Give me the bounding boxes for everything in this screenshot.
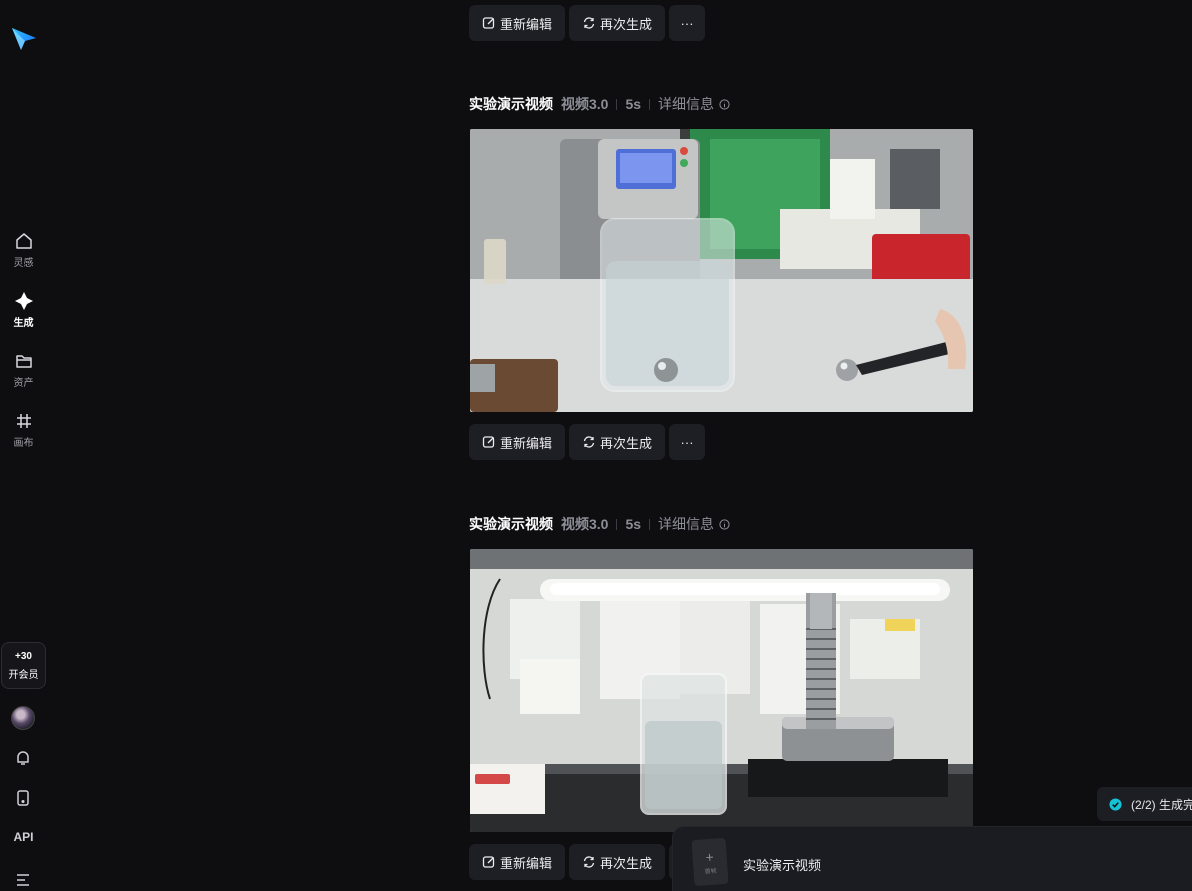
item-meta: 实验演示视频 视频3.0 5s 详细信息 xyxy=(469,514,730,534)
detail-info-link[interactable]: 详细信息 xyxy=(658,94,714,114)
re-edit-label: 重新编辑 xyxy=(500,16,553,32)
re-edit-button[interactable]: 重新编辑 xyxy=(469,424,566,460)
nav-assets[interactable]: 资产 xyxy=(0,351,47,399)
canvas-icon xyxy=(16,414,31,428)
edit-icon xyxy=(482,856,495,868)
nav-inspiration[interactable]: 灵感 xyxy=(0,231,47,279)
edit-icon xyxy=(482,436,495,448)
video-preview-1[interactable] xyxy=(470,129,973,412)
user-avatar[interactable] xyxy=(11,706,35,730)
first-frame-upload[interactable]: + 首帧 xyxy=(691,837,729,887)
nav-inspiration-label: 灵感 xyxy=(13,258,34,269)
upload-label: 首帧 xyxy=(704,868,717,875)
home-icon xyxy=(15,233,32,249)
plus-icon: + xyxy=(704,848,715,865)
video-frame-lab-balance xyxy=(470,129,973,412)
video-frame-spring-apparatus xyxy=(470,549,973,832)
edit-icon xyxy=(482,17,495,29)
detail-info-link[interactable]: 详细信息 xyxy=(658,514,714,534)
item-model: 视频3.0 xyxy=(561,516,609,532)
regenerate-label: 再次生成 xyxy=(600,855,653,871)
re-edit-button[interactable]: 重新编辑 xyxy=(469,844,566,880)
item-title: 实验演示视频 xyxy=(469,516,553,532)
nav-canvas[interactable]: 画布 xyxy=(0,411,47,459)
membership-button[interactable]: +30 开会员 xyxy=(1,642,46,689)
refresh-icon xyxy=(583,436,595,448)
item-model: 视频3.0 xyxy=(561,96,609,112)
re-edit-button[interactable]: 重新编辑 xyxy=(469,5,566,41)
meta-divider xyxy=(616,98,618,110)
regenerate-button[interactable]: 再次生成 xyxy=(569,424,666,460)
sparkle-icon xyxy=(14,292,33,310)
regenerate-button[interactable]: 再次生成 xyxy=(569,844,666,880)
item-duration: 5s xyxy=(625,516,642,532)
re-edit-label: 重新编辑 xyxy=(500,435,553,451)
re-edit-label: 重新编辑 xyxy=(500,855,553,871)
sidebar: 灵感 生成 资产 画布 +30 开会员 API xyxy=(0,0,47,891)
meta-divider xyxy=(616,518,618,530)
item-meta: 实验演示视频 视频3.0 5s 详细信息 xyxy=(469,94,730,114)
bell-icon[interactable] xyxy=(13,748,33,768)
item-title: 实验演示视频 xyxy=(469,96,553,112)
nav-generate-label: 生成 xyxy=(13,318,34,329)
meta-divider xyxy=(649,98,651,110)
membership-points: +30 xyxy=(15,650,32,662)
app-logo-icon[interactable] xyxy=(10,26,38,52)
nav-canvas-label: 画布 xyxy=(13,438,34,449)
video-preview-2[interactable] xyxy=(470,549,973,832)
more-icon: ··· xyxy=(680,15,694,31)
item-duration: 5s xyxy=(625,96,642,112)
api-link[interactable]: API xyxy=(0,830,47,844)
toast-text: (2/2) 生成完成 xyxy=(1130,797,1192,812)
prompt-input[interactable]: 实验演示视频 xyxy=(743,855,821,874)
more-icon: ··· xyxy=(680,434,694,450)
folder-icon xyxy=(15,355,32,368)
refresh-icon xyxy=(583,17,595,29)
membership-label: 开会员 xyxy=(8,669,39,681)
info-icon[interactable] xyxy=(719,98,730,110)
nav-generate[interactable]: 生成 xyxy=(0,291,47,339)
menu-icon[interactable] xyxy=(13,870,33,890)
check-circle-icon xyxy=(1109,797,1122,811)
regenerate-button[interactable]: 再次生成 xyxy=(569,5,666,41)
action-row-top: 重新编辑 再次生成 ··· xyxy=(469,5,706,41)
regenerate-label: 再次生成 xyxy=(600,435,653,451)
meta-divider xyxy=(649,518,651,530)
more-button[interactable]: ··· xyxy=(669,424,706,460)
action-row-2: 重新编辑 再次生成 ··· xyxy=(469,844,706,880)
info-icon[interactable] xyxy=(719,518,730,530)
generation-status-toast: (2/2) 生成完成 xyxy=(1097,787,1192,821)
action-row-1: 重新编辑 再次生成 ··· xyxy=(469,424,706,460)
mobile-app-icon[interactable] xyxy=(13,788,33,808)
regenerate-label: 再次生成 xyxy=(600,16,653,32)
prompt-composer: + 首帧 实验演示视频 xyxy=(672,826,1192,891)
refresh-icon xyxy=(583,856,595,868)
nav-assets-label: 资产 xyxy=(13,378,34,389)
more-button[interactable]: ··· xyxy=(669,5,706,41)
